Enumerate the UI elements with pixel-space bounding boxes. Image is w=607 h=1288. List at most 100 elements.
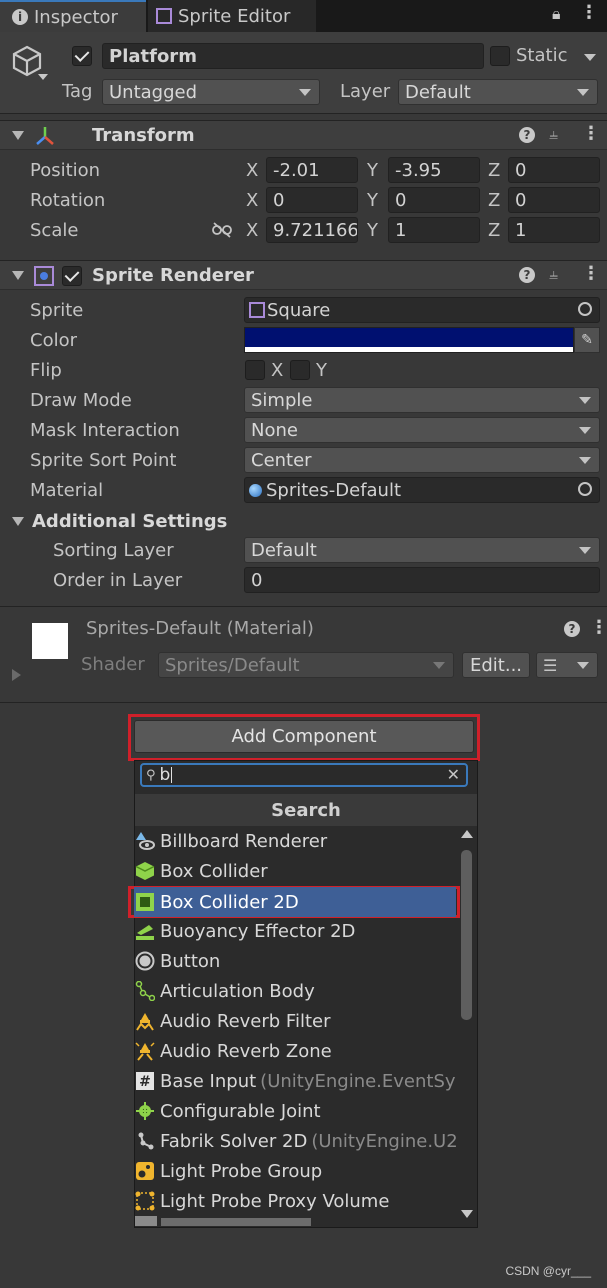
shader-dropdown[interactable]: Sprites/Default: [158, 652, 454, 678]
scale-y-label[interactable]: Y: [367, 220, 378, 241]
position-x-field[interactable]: -2.01: [266, 157, 358, 183]
material-object-field[interactable]: Sprites-Default: [244, 477, 600, 503]
sprite-object-field[interactable]: Square: [244, 297, 600, 323]
scale-z-label[interactable]: Z: [488, 220, 500, 241]
draw-mode-dropdown[interactable]: Simple: [244, 387, 600, 413]
list-item-label: Audio Reverb Zone: [160, 1040, 332, 1062]
flip-y-checkbox[interactable]: [290, 360, 310, 380]
shader-options-dropdown[interactable]: ☰: [536, 652, 598, 678]
scale-z-field[interactable]: 1: [508, 217, 600, 243]
color-swatch[interactable]: [244, 327, 574, 353]
static-checkbox[interactable]: [490, 46, 510, 66]
clear-search-icon[interactable]: ✕: [447, 765, 460, 784]
object-picker-icon[interactable]: [578, 302, 592, 316]
position-y-label[interactable]: Y: [367, 160, 378, 181]
chevron-down-icon: [579, 396, 591, 404]
light-probe-proxy-icon: [134, 1190, 156, 1212]
list-item[interactable]: Light Probe Proxy Volume: [134, 1186, 456, 1216]
layer-label: Layer: [340, 81, 391, 102]
object-picker-icon[interactable]: [578, 482, 592, 496]
list-item[interactable]: Audio Reverb Filter: [134, 1006, 456, 1036]
shader-edit-button[interactable]: Edit...: [462, 652, 530, 678]
material-menu-icon[interactable]: ⋮: [590, 617, 607, 638]
help-icon[interactable]: ?: [519, 267, 535, 283]
rotation-y-field[interactable]: 0: [388, 187, 480, 213]
scrollbar-thumb[interactable]: [461, 850, 472, 1020]
sprite-square-icon: [249, 302, 265, 318]
rotation-x-label[interactable]: X: [246, 190, 258, 211]
position-z-label[interactable]: Z: [488, 160, 500, 181]
partial-item-text: [161, 1218, 311, 1226]
tab-menu-icon[interactable]: ⋮: [580, 2, 598, 23]
component-search-input[interactable]: ⚲ b ✕: [140, 763, 468, 787]
tab-bar: i Inspector Sprite Editor 🔒︎ ⋮: [0, 0, 607, 32]
scale-x-field[interactable]: 9.721166: [266, 217, 358, 243]
transform-foldout-icon[interactable]: [12, 131, 24, 140]
list-item[interactable]: Articulation Body: [134, 976, 456, 1006]
help-icon[interactable]: ?: [564, 621, 580, 637]
list-item[interactable]: Audio Reverb Zone: [134, 1036, 456, 1066]
order-in-layer-field[interactable]: 0: [244, 567, 600, 593]
rotation-z-value: 0: [515, 189, 527, 211]
presets-icon[interactable]: ⫨: [549, 264, 558, 284]
chevron-down-icon: [579, 426, 591, 434]
presets-icon[interactable]: ⫨: [549, 124, 558, 144]
shader-value: Sprites/Default: [165, 654, 300, 676]
sprite-renderer-body: Sprite Square Color ✎ Flip X Y Draw Mode…: [0, 290, 607, 606]
sorting-layer-dropdown[interactable]: Default: [244, 537, 600, 563]
additional-settings-foldout-icon[interactable]: [12, 517, 24, 526]
scale-x-label[interactable]: X: [246, 220, 258, 241]
tab-sprite-editor[interactable]: Sprite Editor: [148, 0, 316, 32]
shader-label: Shader: [81, 654, 145, 675]
mask-interaction-dropdown[interactable]: None: [244, 417, 600, 443]
scroll-down-arrow-icon[interactable]: [461, 1210, 473, 1218]
list-item-selected[interactable]: Box Collider 2D: [134, 887, 456, 917]
object-name-field[interactable]: Platform: [102, 43, 484, 69]
eyedropper-icon[interactable]: ✎: [574, 327, 600, 353]
list-item[interactable]: Buoyancy Effector 2D: [134, 916, 456, 946]
constrain-proportions-icon[interactable]: [211, 222, 233, 238]
scale-z-value: 1: [515, 219, 527, 241]
sprite-renderer-foldout-icon[interactable]: [12, 271, 24, 280]
position-z-field[interactable]: 0: [508, 157, 600, 183]
sprite-sort-point-dropdown[interactable]: Center: [244, 447, 600, 473]
scroll-up-arrow-icon[interactable]: [461, 830, 473, 838]
material-title: Sprites-Default (Material): [86, 618, 314, 639]
tab-inspector[interactable]: i Inspector: [0, 0, 146, 32]
scale-y-field[interactable]: 1: [388, 217, 480, 243]
list-item[interactable]: Box Collider: [134, 856, 456, 886]
position-x-value: -2.01: [273, 159, 320, 181]
list-item-label: Audio Reverb Filter: [160, 1010, 331, 1032]
transform-header[interactable]: Transform ? ⫨ ⋮: [0, 120, 607, 150]
layer-dropdown[interactable]: Default: [398, 79, 598, 105]
list-item[interactable]: Light Probe Group: [134, 1156, 456, 1186]
list-item[interactable]: # Base Input (UnityEngine.EventSys: [134, 1066, 456, 1096]
rotation-x-field[interactable]: 0: [266, 187, 358, 213]
add-component-button[interactable]: Add Component: [134, 720, 474, 753]
additional-settings-label[interactable]: Additional Settings: [32, 511, 227, 532]
icon-dropdown-arrow[interactable]: [38, 74, 48, 80]
rotation-label: Rotation: [30, 190, 106, 211]
lock-icon[interactable]: 🔒︎: [552, 4, 561, 24]
tag-dropdown[interactable]: Untagged: [102, 79, 320, 105]
position-x-label[interactable]: X: [246, 160, 258, 181]
help-icon[interactable]: ?: [519, 127, 535, 143]
list-item[interactable]: Button: [134, 946, 456, 976]
list-scrollbar[interactable]: [458, 826, 476, 1226]
position-y-field[interactable]: -3.95: [388, 157, 480, 183]
sprite-renderer-enabled-checkbox[interactable]: [62, 266, 82, 286]
list-item[interactable]: Billboard Renderer: [134, 826, 456, 856]
rotation-z-label[interactable]: Z: [488, 190, 500, 211]
static-dropdown-arrow[interactable]: [584, 54, 596, 61]
sprite-renderer-header[interactable]: Sprite Renderer ? ⫨ ⋮: [0, 260, 607, 290]
active-checkbox[interactable]: [72, 46, 92, 66]
list-item[interactable]: Fabrik Solver 2D (UnityEngine.U2I: [134, 1126, 456, 1156]
list-item[interactable]: Configurable Joint: [134, 1096, 456, 1126]
rotation-z-field[interactable]: 0: [508, 187, 600, 213]
component-menu-icon[interactable]: ⋮: [582, 263, 600, 284]
material-foldout-icon[interactable]: [12, 669, 21, 681]
flip-x-checkbox[interactable]: [245, 360, 265, 380]
rotation-y-label[interactable]: Y: [367, 190, 378, 211]
component-menu-icon[interactable]: ⋮: [582, 123, 600, 144]
material-label: Material: [30, 480, 104, 501]
